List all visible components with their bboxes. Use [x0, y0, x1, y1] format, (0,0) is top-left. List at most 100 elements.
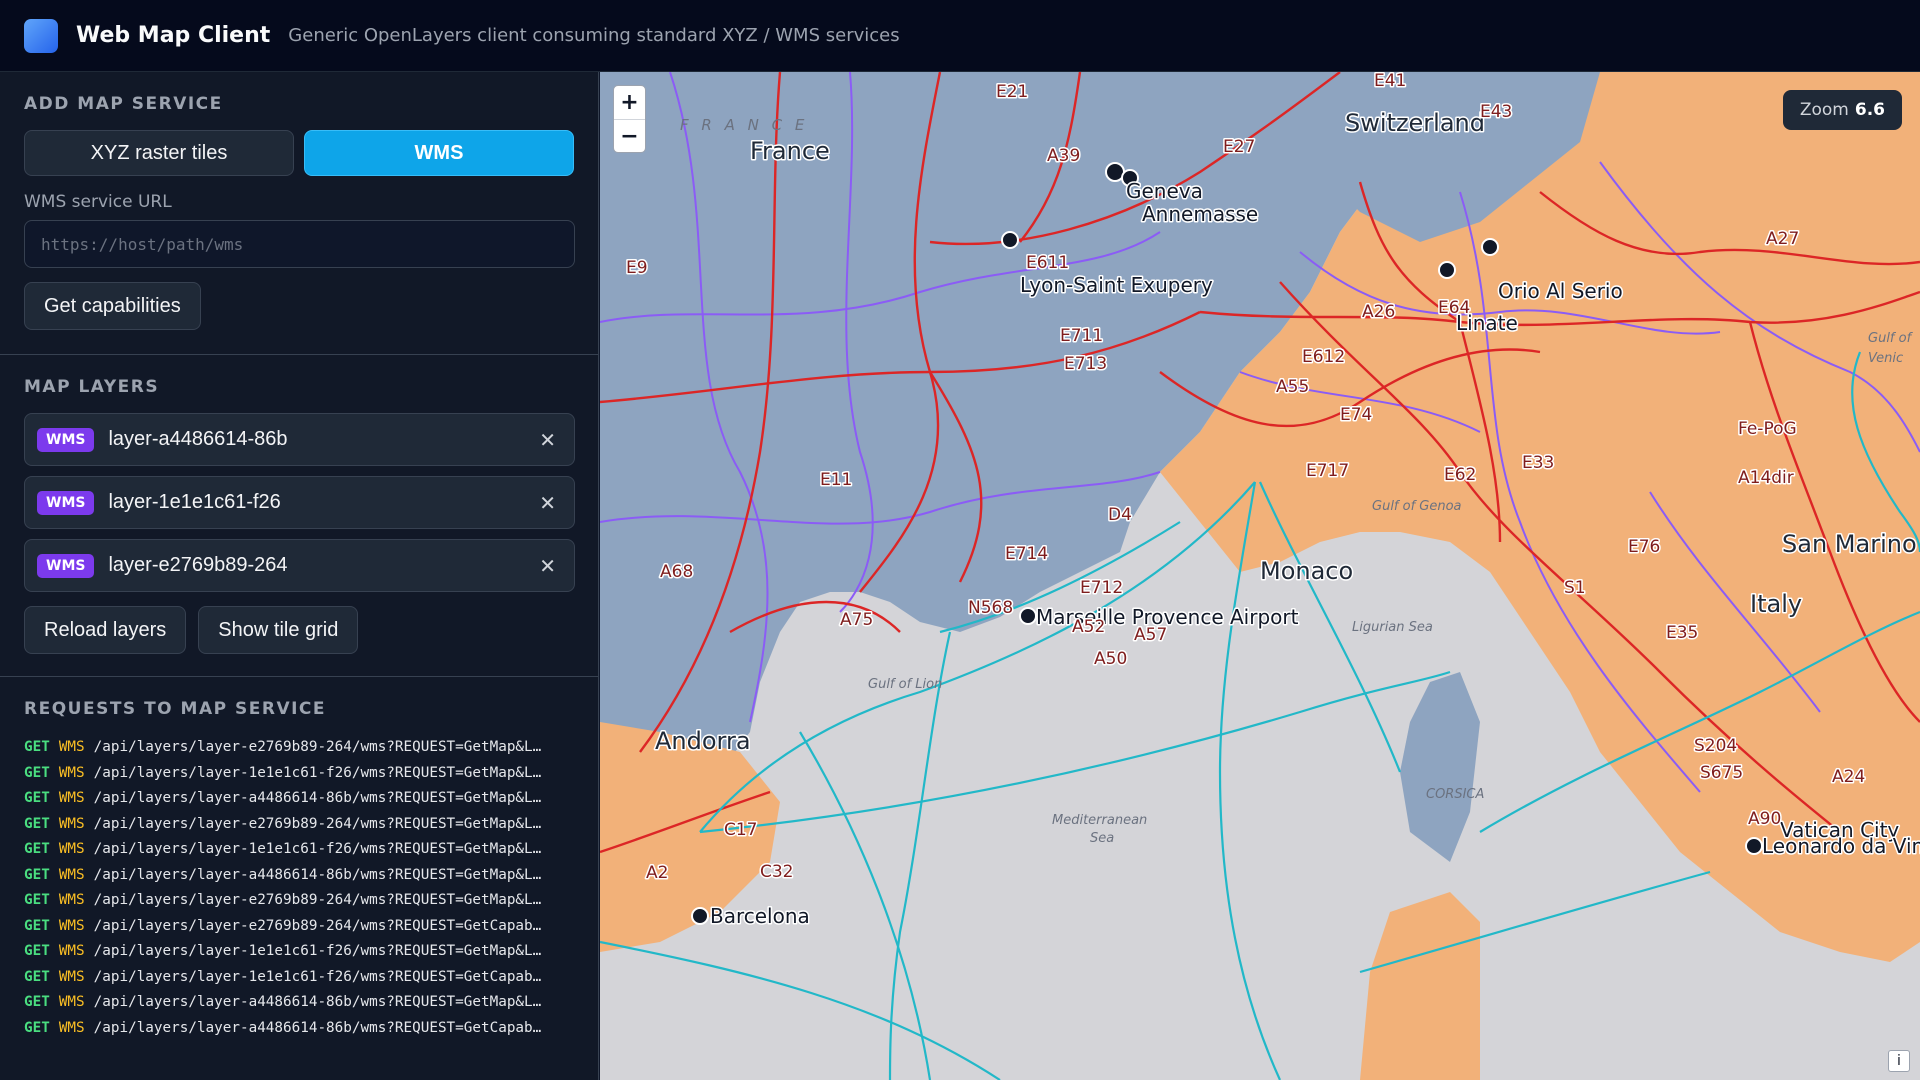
road-label: E714	[1005, 544, 1048, 564]
city-dot[interactable]	[1745, 837, 1763, 855]
layer-actions: Reload layers Show tile grid	[24, 606, 574, 654]
city-label-geneva: Geneva	[1126, 179, 1203, 203]
request-service: WMS	[58, 943, 85, 959]
road-label: A50	[1094, 649, 1127, 669]
road-label: A68	[660, 562, 693, 582]
road-label: A2	[646, 863, 668, 883]
sea-label-corsica: CORSICA	[1426, 787, 1484, 802]
request-row: GET WMS/api/layers/layer-1e1e1c61-f26/wms…	[24, 965, 574, 991]
request-row: GET WMS/api/layers/layer-e2769b89-264/wms…	[24, 888, 574, 914]
request-path: /api/layers/layer-1e1e1c61-f26/wms?REQUE…	[93, 943, 542, 959]
tab-wms[interactable]: WMS	[304, 130, 574, 176]
city-dot[interactable]	[1481, 238, 1499, 256]
road-label: S1	[1564, 578, 1586, 598]
show-tile-grid-button[interactable]: Show tile grid	[198, 606, 359, 654]
road-label: N568	[968, 598, 1013, 618]
city-dot[interactable]	[691, 907, 709, 925]
request-service: WMS	[58, 739, 85, 755]
request-service: WMS	[58, 1019, 85, 1036]
road-label: E713	[1064, 354, 1107, 374]
road-label-a14dir: A14dir	[1738, 468, 1794, 488]
road-label: E27	[1223, 137, 1255, 157]
road-label: E21	[996, 82, 1028, 102]
country-label-switzerland: Switzerland	[1345, 109, 1485, 137]
road-label: A55	[1276, 377, 1309, 397]
road-label: C32	[760, 862, 794, 882]
get-capabilities-button[interactable]: Get capabilities	[24, 282, 201, 330]
country-label-france: France	[750, 137, 830, 165]
request-service: WMS	[58, 815, 85, 832]
section-title: MAP LAYERS	[24, 377, 160, 397]
wms-url-input[interactable]	[24, 220, 575, 268]
wms-badge: WMS	[37, 427, 95, 452]
road-label: E43	[1480, 102, 1512, 122]
country-label-italy: Italy	[1750, 590, 1802, 618]
road-label: E62	[1444, 465, 1476, 485]
zoom-in-button[interactable]: +	[614, 86, 645, 119]
request-row: GET WMS/api/layers/layer-1e1e1c61-f26/wms…	[24, 939, 574, 965]
reload-layers-button[interactable]: Reload layers	[24, 606, 187, 654]
road-label: E64	[1438, 298, 1470, 318]
sidebar: ADD MAP SERVICE XYZ raster tiles WMS WMS…	[0, 72, 599, 1080]
sea-label-genoa: Gulf of Genoa	[1372, 499, 1462, 514]
request-method: GET	[24, 892, 50, 908]
map-canvas[interactable]: France F R A N C E Switzerland Andorra M…	[600, 72, 1920, 1080]
app-logo-icon	[24, 18, 58, 53]
request-row: GET WMS/api/layers/layer-a4486614-86b/wms…	[24, 1016, 574, 1042]
request-service: WMS	[58, 764, 85, 781]
city-dot[interactable]	[1438, 261, 1456, 279]
road-label: S675	[1700, 763, 1743, 783]
zoom-out-button[interactable]: −	[614, 119, 645, 152]
road-label: E74	[1340, 405, 1372, 425]
request-service: WMS	[58, 790, 85, 806]
tab-xyz[interactable]: XYZ raster tiles	[24, 130, 294, 176]
request-method: GET	[24, 841, 50, 857]
request-method: GET	[24, 943, 50, 959]
map-view[interactable]: France F R A N C E Switzerland Andorra M…	[600, 72, 1920, 1080]
remove-layer-icon[interactable]: ✕	[539, 491, 556, 515]
request-service: WMS	[58, 968, 85, 985]
request-method: GET	[24, 764, 50, 781]
layer-item[interactable]: WMS layer-a4486614-86b ✕	[24, 413, 575, 466]
request-path: /api/layers/layer-e2769b89-264/wms?REQUE…	[93, 739, 542, 755]
sea-label-med2: Sea	[1090, 831, 1114, 846]
layer-item[interactable]: WMS layer-1e1e1c61-f26 ✕	[24, 476, 575, 529]
request-path: /api/layers/layer-e2769b89-264/wms?REQUE…	[93, 892, 542, 908]
city-dot[interactable]	[1019, 607, 1037, 625]
road-label: E35	[1666, 623, 1698, 643]
road-label: A75	[840, 610, 873, 630]
request-service: WMS	[58, 841, 85, 857]
city-label-orio: Orio Al Serio	[1498, 279, 1623, 303]
remove-layer-icon[interactable]: ✕	[539, 554, 556, 578]
request-path: /api/layers/layer-a4486614-86b/wms?REQUE…	[93, 866, 542, 883]
road-label: E11	[820, 470, 852, 490]
layer-item[interactable]: WMS layer-e2769b89-264 ✕	[24, 539, 575, 592]
road-label: A24	[1832, 767, 1865, 787]
country-label-france-spaced: F R A N C E	[680, 116, 808, 134]
request-row: GET WMS/api/layers/layer-e2769b89-264/wms…	[24, 812, 574, 838]
capabilities-row: Get capabilities	[24, 282, 574, 330]
city-label-leonardo: Leonardo da Vinci	[1762, 834, 1920, 858]
request-path: /api/layers/layer-1e1e1c61-f26/wms?REQUE…	[93, 841, 542, 857]
road-label: E717	[1306, 461, 1349, 481]
request-path: /api/layers/layer-e2769b89-264/wms?REQUE…	[93, 815, 542, 832]
city-label-lyon: Lyon-Saint Exupery	[1020, 273, 1213, 297]
app-subtitle: Generic OpenLayers client consuming stan…	[288, 25, 900, 46]
attribution-info-icon[interactable]: i	[1888, 1050, 1910, 1072]
request-method: GET	[24, 815, 50, 832]
request-row: GET WMS/api/layers/layer-1e1e1c61-f26/wms…	[24, 761, 574, 787]
sea-label-venice1: Gulf of	[1868, 331, 1914, 346]
request-method: GET	[24, 790, 50, 806]
wms-badge: WMS	[37, 490, 95, 515]
road-label: E712	[1080, 578, 1123, 598]
road-label: E33	[1522, 453, 1554, 473]
country-label-monaco: Monaco	[1260, 557, 1353, 585]
road-label: C17	[724, 820, 758, 840]
request-row: GET WMS/api/layers/layer-e2769b89-264/wms…	[24, 914, 574, 940]
sea-label-lion: Gulf of Lion	[868, 677, 942, 692]
remove-layer-icon[interactable]: ✕	[539, 428, 556, 452]
city-dot[interactable]	[1001, 231, 1019, 249]
request-row: GET WMS/api/layers/layer-1e1e1c61-f26/wms…	[24, 837, 574, 863]
app-title: Web Map Client	[76, 23, 271, 48]
request-log: GET WMS/api/layers/layer-e2769b89-264/wms…	[24, 735, 574, 1041]
